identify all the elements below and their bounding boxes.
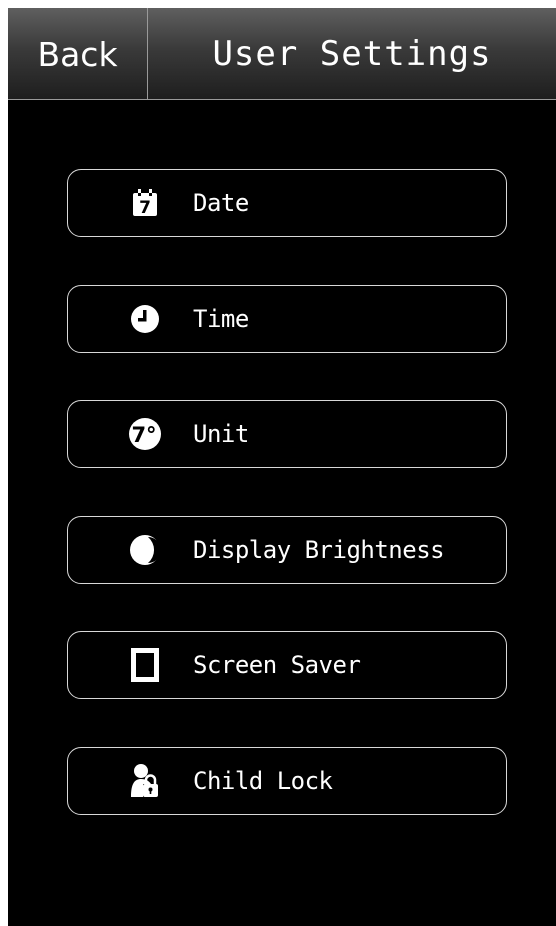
settings-screen: Back User Settings 7 Date Time 7° Unit D… [8, 8, 556, 926]
time-label: Time [193, 305, 249, 333]
unit-button[interactable]: 7° Unit [67, 400, 507, 468]
child-lock-icon [128, 764, 162, 798]
child-lock-button[interactable]: Child Lock [67, 747, 507, 815]
time-button[interactable]: Time [67, 285, 507, 353]
date-label: Date [193, 189, 249, 217]
date-button[interactable]: 7 Date [67, 169, 507, 237]
screen-saver-label: Screen Saver [193, 651, 361, 679]
display-brightness-label: Display Brightness [193, 536, 445, 564]
unit-label: Unit [193, 420, 249, 448]
child-lock-label: Child Lock [193, 767, 333, 795]
back-button[interactable]: Back [8, 8, 147, 100]
page-title: User Settings [212, 34, 492, 74]
screen-icon [128, 648, 162, 682]
calendar-day-text: 7 [139, 198, 151, 217]
unit-icon-text: 7° [131, 423, 156, 447]
screen-saver-button[interactable]: Screen Saver [67, 631, 507, 699]
temperature-unit-icon: 7° [128, 417, 162, 451]
title-bar: Back User Settings [8, 8, 556, 100]
clock-icon [128, 302, 162, 336]
display-brightness-button[interactable]: Display Brightness [67, 516, 507, 584]
brightness-icon [128, 533, 162, 567]
calendar-icon: 7 [128, 186, 162, 220]
